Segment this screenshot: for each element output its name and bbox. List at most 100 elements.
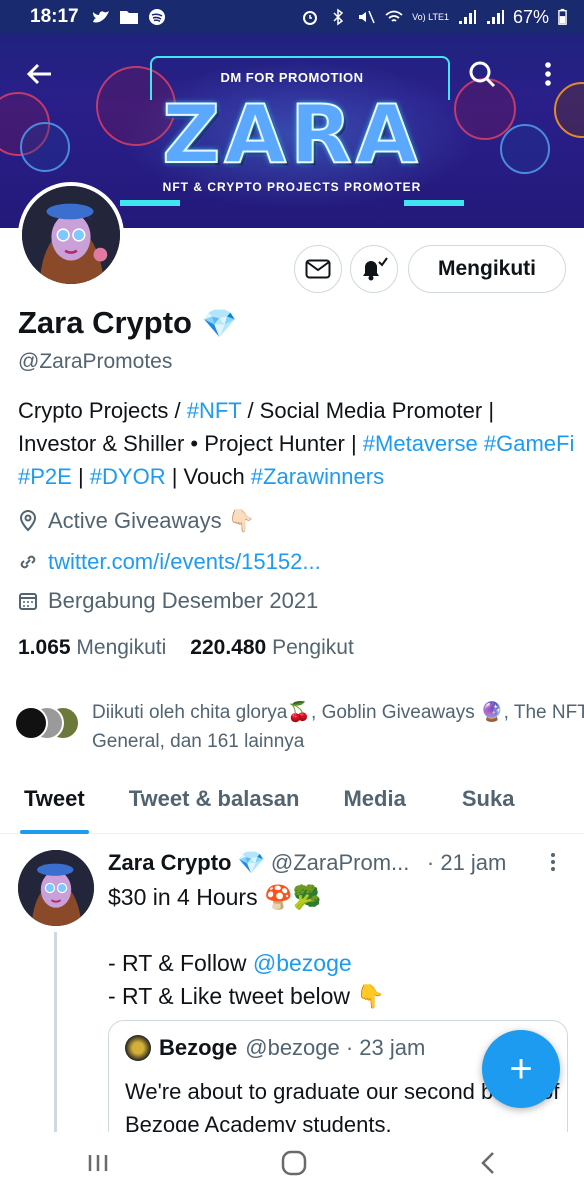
avatar: [125, 1035, 151, 1061]
alarm-icon: [303, 11, 318, 25]
location-text: Active Giveaways 👇🏻: [48, 508, 256, 533]
chevron-left-icon: [481, 1151, 495, 1174]
bluetooth-icon: [333, 8, 344, 26]
mention-link[interactable]: @bezoge: [253, 950, 352, 976]
tweet-time[interactable]: · 21 jam: [427, 850, 506, 876]
hashtag-link[interactable]: #Zarawinners: [251, 464, 384, 489]
avatar-illustration: [18, 850, 94, 926]
joined-row: Bergabung Desember 2021: [18, 588, 318, 614]
hashtag-link[interactable]: #P2E: [18, 464, 72, 489]
search-icon: [469, 61, 496, 88]
quoted-author-name: Bezoge: [159, 1035, 238, 1060]
android-nav-bar: [0, 1132, 584, 1200]
profile-avatar[interactable]: [18, 182, 124, 288]
tab-indicator: [20, 830, 89, 834]
twitter-notification-icon: [92, 11, 109, 23]
more-vertical-icon: [551, 853, 555, 871]
folder-notification-icon: [119, 11, 138, 24]
tab-tweet[interactable]: Tweet: [20, 776, 89, 834]
tweet-avatar[interactable]: [18, 850, 94, 926]
tab-label: Media: [343, 786, 406, 811]
home-button[interactable]: [281, 1150, 307, 1183]
back-button[interactable]: [20, 54, 60, 94]
envelope-icon: [305, 259, 331, 279]
battery-percent: 67%: [512, 6, 549, 27]
followers-count-link[interactable]: 220.480 Pengikut: [190, 636, 354, 660]
notifications-button[interactable]: [350, 245, 398, 293]
avatar-illustration: [22, 186, 120, 284]
network-label: Vo) LTE1: [412, 11, 449, 22]
profile-name: Zara Crypto 💎: [18, 305, 237, 341]
calendar-icon: [19, 593, 37, 610]
website-row: twitter.com/i/events/15152...: [18, 549, 321, 575]
quoted-tweet-header: Bezoge @bezoge · 23 jam: [125, 1035, 425, 1061]
followers-count: 220.480: [190, 636, 267, 659]
tweet-author-handle[interactable]: @ZaraProm...: [271, 850, 421, 876]
following-label: Mengikuti: [76, 636, 167, 659]
banner-stripe: [120, 200, 180, 206]
profile-bio: Crypto Projects / #NFT / Social Media Pr…: [18, 394, 578, 493]
arrow-left-icon: [26, 63, 51, 85]
hashtag-link[interactable]: #Metaverse: [363, 431, 478, 456]
tweet-text: - RT & Follow: [108, 950, 253, 976]
hashtag-link[interactable]: #GameFi: [484, 431, 574, 456]
banner-stripe: [404, 200, 464, 206]
diamond-emoji: 💎: [201, 307, 237, 339]
joined-text: Bergabung Desember 2021: [48, 588, 319, 613]
status-time: 18:17: [30, 6, 79, 27]
more-vertical-icon: [545, 62, 551, 86]
system-back-button[interactable]: [478, 1150, 498, 1183]
avatar: [14, 706, 48, 740]
location-pin-icon: [19, 510, 37, 532]
location-row: Active Giveaways 👇🏻: [18, 508, 255, 534]
followers-label: Pengikut: [272, 636, 354, 659]
following-count: 1.065: [18, 636, 71, 659]
bio-text: Crypto Projects /: [18, 398, 187, 423]
battery-icon: [558, 8, 567, 25]
following-button[interactable]: Mengikuti: [408, 245, 566, 293]
tab-tweet-replies[interactable]: Tweet & balasan: [129, 776, 300, 833]
tab-label: Tweet & balasan: [128, 786, 300, 811]
message-button[interactable]: [294, 245, 342, 293]
signal-icon: [458, 10, 476, 24]
home-circle-icon: [281, 1150, 307, 1175]
profile-tabs: Tweet Tweet & balasan Media Suka: [0, 776, 584, 834]
bio-text: |: [71, 464, 90, 489]
thread-line: [54, 932, 57, 1132]
tab-likes[interactable]: Suka: [462, 776, 515, 833]
following-count-link[interactable]: 1.065 Mengikuti: [18, 636, 166, 660]
mute-icon: [359, 10, 375, 24]
followed-by[interactable]: Diikuti oleh chita glorya🍒, Goblin Givea…: [14, 698, 584, 756]
link-icon: [20, 555, 36, 569]
tweet-header: Zara Crypto 💎 @ZaraProm... · 21 jam: [108, 850, 568, 876]
recent-apps-button[interactable]: [86, 1150, 110, 1182]
status-bar: 18:17 Vo) LTE1 67%: [0, 0, 584, 34]
followed-by-text: Diikuti oleh chita glorya🍒, Goblin Givea…: [92, 702, 584, 752]
spotify-notification-icon: [148, 9, 165, 25]
hashtag-link[interactable]: #DYOR: [90, 464, 166, 489]
follower-avatars: [14, 706, 80, 742]
profile-handle: @ZaraPromotes: [18, 350, 173, 373]
follow-counts: 1.065 Mengikuti 220.480 Pengikut: [18, 636, 354, 660]
tab-label: Suka: [461, 786, 515, 811]
recents-icon: [88, 1155, 107, 1171]
diamond-emoji: 💎: [237, 850, 265, 875]
bio-text: | Vouch: [165, 464, 251, 489]
wifi-icon: [385, 10, 403, 22]
quoted-author-handle: @bezoge · 23 jam: [245, 1035, 426, 1060]
tweet-more-button[interactable]: [550, 852, 556, 878]
plus-icon: +: [509, 1046, 533, 1091]
website-link[interactable]: twitter.com/i/events/15152...: [48, 549, 321, 575]
tab-media[interactable]: Media: [343, 776, 405, 833]
profile-name-text: Zara Crypto: [18, 305, 192, 340]
signal-2-icon: [486, 10, 504, 24]
more-options-button[interactable]: [528, 54, 568, 94]
search-button[interactable]: [462, 54, 502, 94]
compose-tweet-button[interactable]: +: [482, 1030, 560, 1108]
tweet-text-line: - RT & Follow @bezoge: [108, 950, 352, 977]
tab-label: Tweet: [24, 786, 85, 811]
tweet-text-line: - RT & Like tweet below 👇: [108, 983, 386, 1009]
hashtag-link[interactable]: #NFT: [187, 398, 242, 423]
bell-check-icon: [363, 257, 388, 281]
tweet-author-name[interactable]: Zara Crypto: [108, 850, 231, 876]
